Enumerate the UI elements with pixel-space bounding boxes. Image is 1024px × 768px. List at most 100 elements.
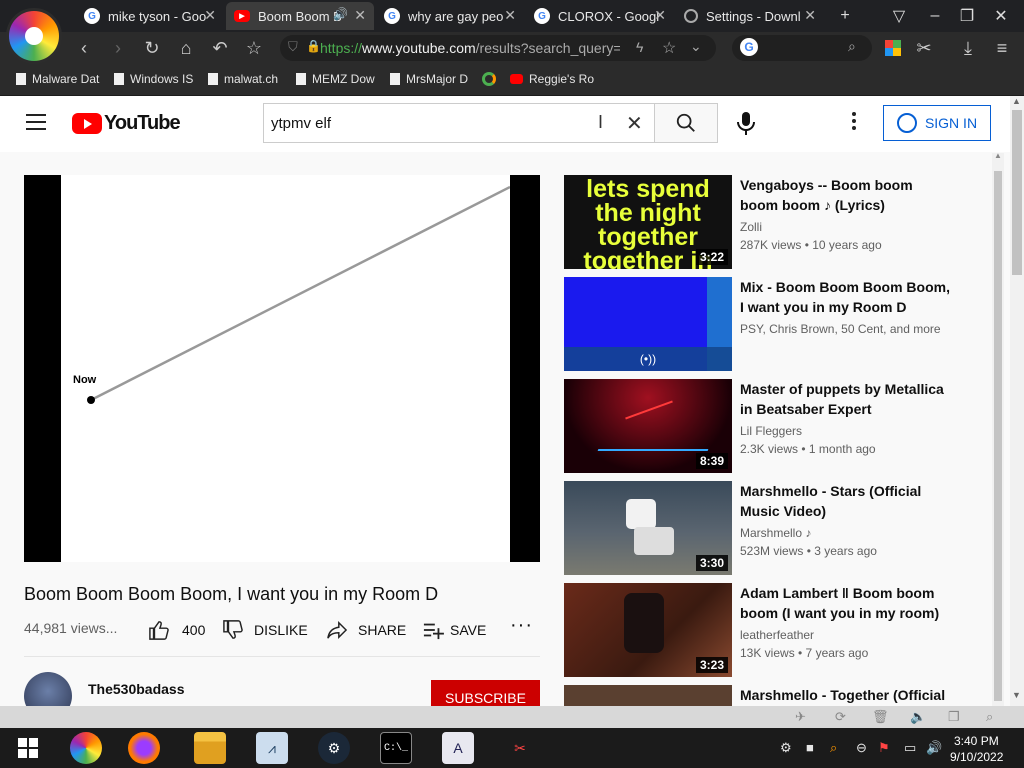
home-icon[interactable]: ⌂ [174, 36, 198, 60]
clear-search-icon[interactable]: ✕ [626, 111, 643, 136]
tab-clorox[interactable]: G CLOROX - Googl ✕ [526, 2, 674, 30]
bookmark-mrsmajor[interactable]: MrsMajor D [390, 72, 470, 86]
forward-icon[interactable]: › [106, 36, 130, 60]
steam-tray-icon[interactable]: ⚙ [780, 740, 792, 756]
like-button[interactable]: 400 [148, 620, 205, 640]
pin-icon[interactable]: ▽ [884, 4, 914, 28]
subscribe-button[interactable]: SUBSCRIBE [431, 680, 540, 706]
recommendation-item[interactable]: 3:30 Marshmello - Stars (Official Music … [564, 481, 1004, 575]
minus-circle-icon[interactable]: ⊖ [856, 740, 867, 756]
bookmark-malwatch[interactable]: malwat.ch [208, 72, 288, 86]
new-tab-button[interactable]: + [830, 4, 860, 28]
download-icon[interactable]: ⤓ [956, 36, 980, 60]
browser-search-box[interactable]: G ⌕ [732, 35, 872, 61]
bookmark-memz[interactable]: MEMZ Dow [296, 72, 378, 86]
minimize-button[interactable]: – [920, 4, 950, 28]
video-thumbnail[interactable] [564, 685, 732, 706]
browser-app-icon[interactable] [70, 732, 102, 764]
scissors-icon[interactable]: ✂ [912, 36, 936, 60]
video-thumbnail[interactable]: 3:30 [564, 481, 732, 575]
display-icon[interactable]: ▭ [904, 740, 916, 756]
video-thumbnail[interactable]: lets spend the night together together i… [564, 175, 732, 269]
close-window-button[interactable]: ✕ [986, 4, 1016, 28]
video-thumbnail[interactable]: (•)) [564, 277, 732, 371]
star-icon[interactable]: ☆ [662, 38, 676, 58]
white-square-icon[interactable]: ■ [806, 740, 814, 755]
channel-name[interactable]: The530badass [88, 681, 185, 697]
tab-why-are[interactable]: G why are gay peo ✕ [376, 2, 524, 30]
page-scrollbar-thumb[interactable] [994, 171, 1002, 701]
performance-monitor-icon[interactable]: ⩘ [256, 732, 288, 764]
scroll-up-icon[interactable]: ▲ [1012, 96, 1021, 106]
search-tray-icon[interactable]: ⌕ [830, 740, 837, 756]
save-button[interactable]: SAVE [422, 620, 486, 640]
address-bar[interactable]: ⛉ 🔒 https://www.youtube.com/results?sear… [280, 35, 716, 61]
firefox-icon[interactable] [128, 732, 160, 764]
page-scrollbar[interactable]: ▲ [992, 151, 1004, 706]
wordpad-icon[interactable]: A [442, 732, 474, 764]
recommendation-item[interactable]: 3:23 Adam Lambert ‖ Boom boom boom (I wa… [564, 583, 1004, 677]
bookmark-windows[interactable]: Windows IS [114, 72, 194, 86]
search-icon[interactable]: ⌕ [986, 709, 993, 725]
clock-time[interactable]: 3:40 PM [954, 734, 999, 748]
sign-in-button[interactable]: SIGN IN [883, 105, 991, 141]
more-options-icon[interactable] [852, 112, 858, 132]
bookmark-star-icon[interactable]: ☆ [242, 36, 266, 60]
browser-scrollbar[interactable]: ▲ ▼ [1010, 96, 1024, 706]
close-icon[interactable]: ✕ [654, 7, 666, 24]
bookmark-reggie[interactable]: Reggie's Ro [510, 72, 594, 86]
search-button[interactable] [654, 103, 718, 143]
volume-tray-icon[interactable]: 🔊 [926, 740, 942, 756]
snipping-tool-icon[interactable]: ✂ [504, 732, 536, 764]
sync-icon[interactable]: ⟳ [835, 709, 846, 725]
video-thumbnail[interactable]: 3:23 [564, 583, 732, 677]
view-count[interactable]: 44,981 views... [24, 620, 117, 636]
speaker-icon[interactable]: 🔊 [333, 7, 348, 21]
tab-settings[interactable]: Settings - Downl ✕ [676, 2, 824, 30]
search-icon[interactable]: ⌕ [848, 38, 856, 55]
extensions-icon[interactable] [885, 40, 901, 56]
windows-start-icon[interactable] [12, 732, 44, 764]
tab-mike-tyson[interactable]: G mike tyson - Goo ✕ [76, 2, 224, 30]
browser-logo-icon[interactable] [6, 8, 62, 64]
menu-icon[interactable]: ≡ [990, 36, 1014, 60]
close-icon[interactable]: ✕ [354, 7, 366, 24]
bookmark-ring[interactable] [482, 72, 498, 86]
trash-icon[interactable]: 🗑 [872, 709, 889, 725]
hamburger-menu-icon[interactable] [26, 114, 46, 130]
more-actions-icon[interactable]: ··· [510, 614, 533, 637]
lightning-icon[interactable]: ϟ [636, 39, 643, 55]
recommendation-item[interactable]: (•)) Mix - Boom Boom Boom Boom, I want y… [564, 277, 1004, 371]
clock-date[interactable]: 9/10/2022 [950, 750, 1003, 764]
close-icon[interactable]: ✕ [204, 7, 216, 24]
volume-icon[interactable]: 🔈 [910, 709, 926, 725]
video-player[interactable]: Now [24, 175, 540, 562]
bookmark-malware[interactable]: Malware Dat [16, 72, 100, 86]
file-explorer-icon[interactable] [194, 732, 226, 764]
window-icon[interactable]: ❐ [948, 709, 960, 725]
close-icon[interactable]: ✕ [804, 7, 816, 24]
close-icon[interactable]: ✕ [504, 7, 516, 24]
youtube-logo[interactable]: YouTube [72, 112, 181, 135]
steam-icon[interactable]: ⚙ [318, 732, 350, 764]
recommendation-item[interactable]: Marshmello - Together (Official [564, 685, 1004, 706]
scroll-down-icon[interactable]: ▼ [1012, 690, 1021, 700]
share-button[interactable]: SHARE [326, 620, 406, 640]
browser-scrollbar-thumb[interactable] [1012, 110, 1022, 275]
recommendation-item[interactable]: 8:39 Master of puppets by Metallica in B… [564, 379, 1004, 473]
microphone-icon[interactable] [734, 110, 758, 136]
dislike-button[interactable]: DISLIKE [222, 620, 308, 640]
search-input[interactable]: ytpmv elf I ✕ [263, 103, 655, 143]
restore-button[interactable]: ❐ [952, 4, 982, 28]
video-thumbnail[interactable]: 8:39 [564, 379, 732, 473]
command-prompt-icon[interactable]: C:\_ [380, 732, 412, 764]
chevron-down-icon[interactable]: ⌄ [690, 38, 702, 55]
flag-icon[interactable]: ⚑ [878, 740, 890, 756]
rocket-icon[interactable]: ✈ [795, 709, 806, 725]
back-icon[interactable]: ‹ [72, 36, 96, 60]
reload-icon[interactable]: ↻ [140, 36, 164, 60]
scroll-up-icon[interactable]: ▲ [994, 151, 1002, 160]
tab-boom-boom[interactable]: ▶ Boom Boom B 🔊 ✕ [226, 2, 374, 30]
undo-icon[interactable]: ↶ [208, 36, 232, 60]
channel-avatar[interactable] [24, 672, 72, 706]
